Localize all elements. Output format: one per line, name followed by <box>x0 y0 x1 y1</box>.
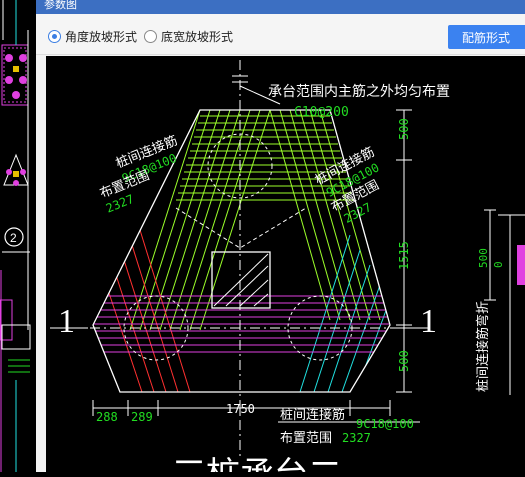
side-column <box>517 245 525 285</box>
side-dim-1: 500 <box>477 248 490 268</box>
dialog-title: 参数图 <box>44 0 77 11</box>
bottom-range-value: 2327 <box>342 431 371 445</box>
bottom-link-rebar: 9C18@100 <box>356 417 414 431</box>
angle-slope-radio[interactable]: 角度放坡形式 <box>48 28 137 44</box>
top-note: 承台范围内主筋之外均匀布置 <box>268 83 450 100</box>
bg-circle-label: 2 <box>10 231 17 245</box>
side-label: 桩间连接筋弯折 <box>475 301 491 392</box>
parameter-drawing-canvas: 1 1 承台范围内主筋之外均匀布置 C10@200 桩间连接筋 9C18@100… <box>46 56 525 477</box>
bottom-width-slope-radio[interactable]: 底宽放坡形式 <box>144 28 233 44</box>
dim-top: 500 <box>397 118 411 140</box>
magenta-rebar-lines <box>93 295 390 353</box>
angle-slope-label: 角度放坡形式 <box>65 29 138 44</box>
dialog-toolbar: 角度放坡形式 底宽放坡形式 配筋形式 <box>36 14 525 55</box>
pile-cap-drawing: 1 1 承台范围内主筋之外均匀布置 C10@200 桩间连接筋 9C18@100… <box>50 60 525 477</box>
drawing-title: 三桩承台二 <box>172 455 342 472</box>
side-dim-2: 0 <box>492 261 505 268</box>
dim-width: 1750 <box>226 402 255 416</box>
top-rebar-spec: C10@200 <box>294 105 349 120</box>
rebar-form-button[interactable]: 配筋形式 <box>448 25 525 49</box>
bottom-width-slope-label: 底宽放坡形式 <box>161 29 234 44</box>
section-mark-right: 1 <box>420 303 437 340</box>
red-rebar-lines <box>107 229 191 392</box>
cyan-rebar-lines <box>299 234 389 392</box>
section-mark-left: 1 <box>58 303 75 340</box>
radio-checked-icon <box>48 29 61 43</box>
bottom-range-title: 布置范围 <box>280 431 332 446</box>
dim-bottom: 500 <box>397 350 411 372</box>
bottom-link-title: 桩间连接筋 <box>280 407 345 423</box>
dim-left-b: 289 <box>131 410 153 424</box>
radio-unchecked-icon <box>144 29 157 43</box>
parameter-dialog: 参数图 角度放坡形式 底宽放坡形式 配筋形式 1 1 承台范围内主筋之外均匀布置… <box>36 0 525 477</box>
dialog-titlebar: 参数图 <box>36 0 525 14</box>
dim-mid: 1515 <box>397 241 411 270</box>
dim-left-a: 288 <box>96 410 118 424</box>
